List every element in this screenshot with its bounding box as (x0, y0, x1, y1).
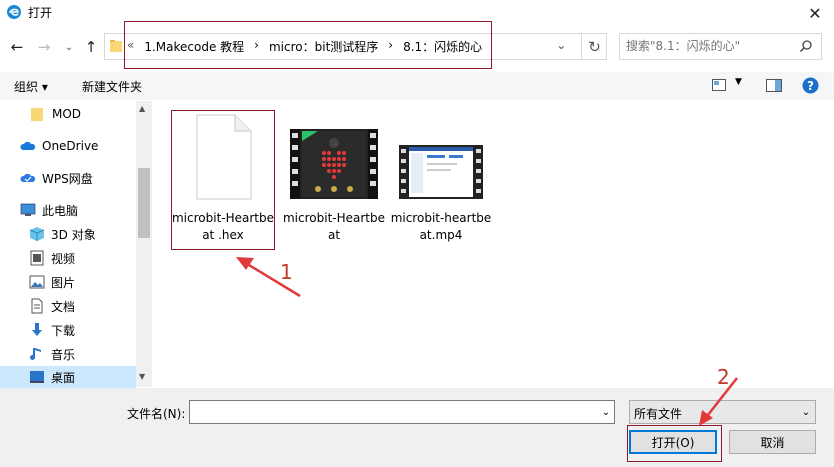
annotation-arrows (236, 257, 738, 426)
annotation-number-2: 2 (717, 365, 730, 389)
annotation-number-1: 1 (280, 260, 293, 284)
arrow-1-head (236, 257, 254, 270)
